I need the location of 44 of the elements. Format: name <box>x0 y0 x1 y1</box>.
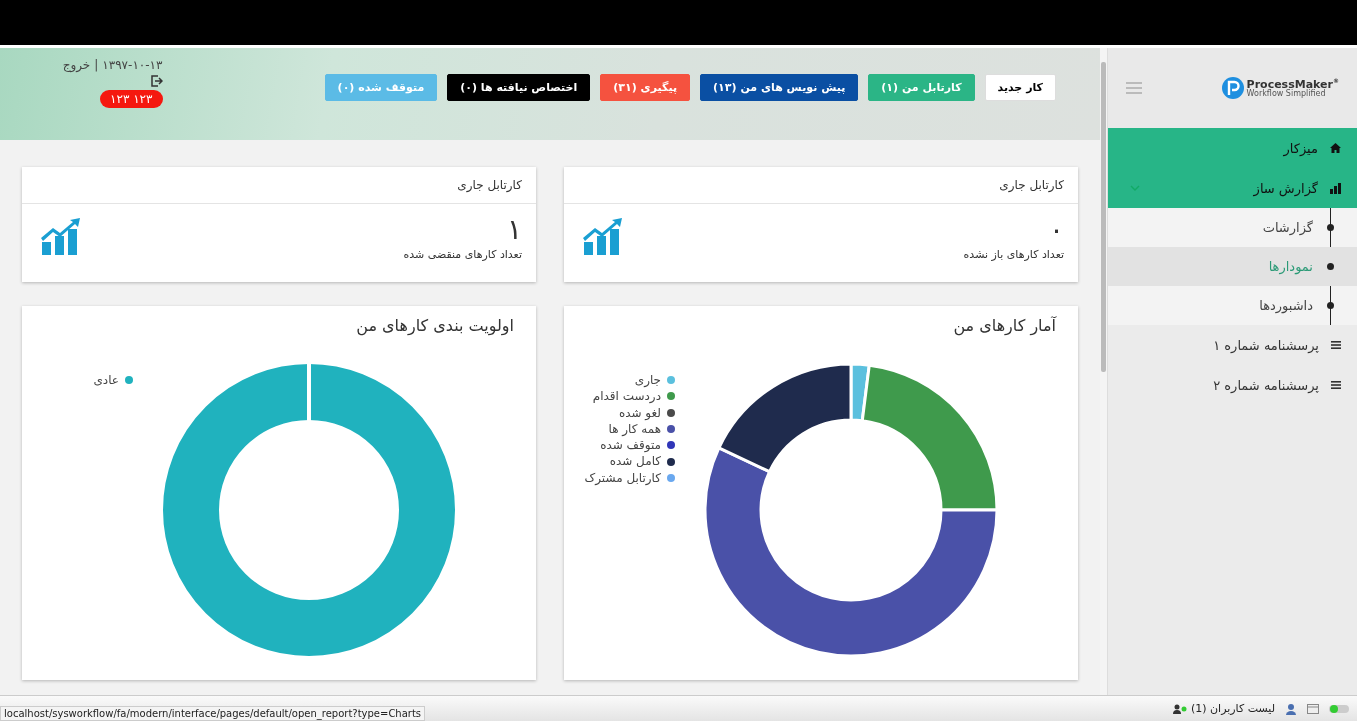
user-badge: ۱۲۳ ۱۲۳ <box>100 90 163 108</box>
header-button[interactable]: کار جدید <box>984 74 1056 101</box>
logo-icon <box>1221 77 1244 99</box>
logo-name: ProcessMaker$^{®}$ <box>1246 78 1339 90</box>
toggle-icon[interactable] <box>1329 703 1349 714</box>
nav-item[interactable]: پرسشنامه شماره ۲ <box>1107 365 1357 405</box>
legend-label: عادی <box>93 372 119 389</box>
bar-chart-icon <box>1330 182 1341 194</box>
legend-label: کامل شده <box>609 453 661 470</box>
home-icon <box>1330 143 1341 153</box>
legend-label: لغو شده <box>618 404 661 421</box>
separator-text: | <box>94 58 99 72</box>
user-icon[interactable] <box>1285 702 1297 715</box>
users-label[interactable]: لیست کاربران (1) <box>1190 702 1275 715</box>
legend-label: جاری <box>634 372 661 389</box>
stat-value: ۱ <box>506 212 522 248</box>
stat-caption: تعداد کارهای باز نشده <box>963 248 1064 261</box>
list-icon <box>1331 381 1341 389</box>
stat-value: ۰ <box>1048 212 1064 248</box>
stat-caption: تعداد کارهای منقضی شده <box>403 248 522 261</box>
nav-item[interactable]: میزکار <box>1107 128 1357 168</box>
nav-subitem[interactable]: داشبوردها <box>1107 286 1357 325</box>
legend-label: کارتابل مشترک <box>584 469 661 487</box>
card-title: کارتابل جاری <box>457 178 522 192</box>
nav-item[interactable]: گزارش ساز <box>1107 168 1357 208</box>
online-users-icon <box>1172 703 1187 714</box>
status-url: localhost/sysworkflow/fa/modern/interface/pages/default/open_report?type=Charts <box>0 706 426 721</box>
window-icon[interactable] <box>1307 703 1319 714</box>
logout-icon[interactable] <box>150 75 163 87</box>
chart-title: آمار کارهای من <box>953 316 1056 335</box>
legend-label: دردست اقدام <box>592 388 661 405</box>
header-button[interactable]: پیش نویس های من (۱۳) <box>700 74 859 101</box>
nav-subitem[interactable]: گزارشات <box>1107 208 1357 247</box>
logo-tagline: Workflow Simplified <box>1246 89 1327 98</box>
scrollbar-thumb[interactable] <box>1101 62 1106 372</box>
nav-item[interactable]: پرسشنامه شماره ۱ <box>1107 325 1357 365</box>
chart-title: اولویت بندی کارهای من <box>356 316 514 335</box>
header-button[interactable]: اختصاص نیافته ها (۰) <box>447 74 591 101</box>
logout-link[interactable]: خروج <box>62 58 91 72</box>
card-title: کارتابل جاری <box>999 178 1064 192</box>
legend-label: متوقف شده <box>600 437 661 454</box>
date-label: ۱۳۹۷-۱۰-۱۳ <box>102 58 163 72</box>
legend-label: همه کار ها <box>608 420 661 438</box>
list-icon <box>1331 341 1341 349</box>
